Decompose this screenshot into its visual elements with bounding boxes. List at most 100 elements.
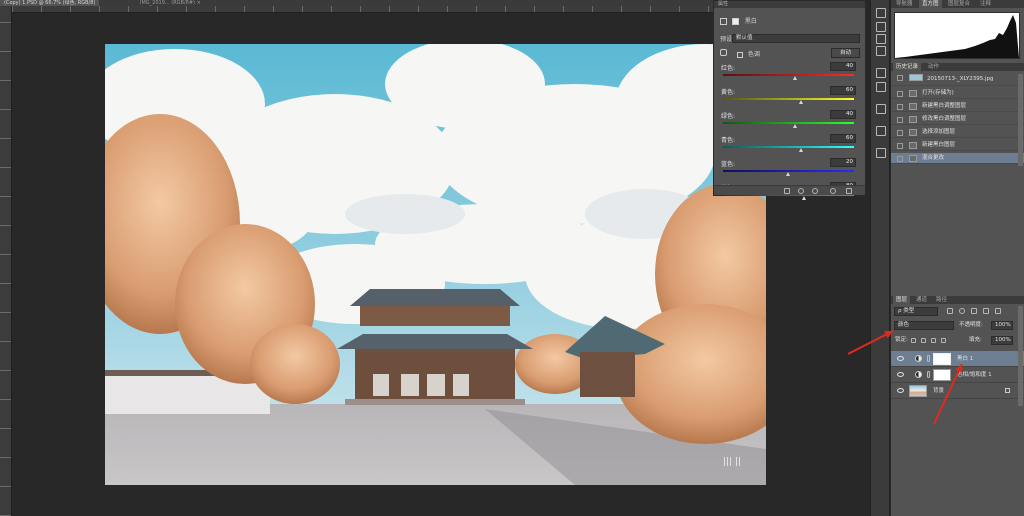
- layer-row-black-white[interactable]: 黑白 1: [891, 351, 1024, 367]
- filter-shape-icon[interactable]: [983, 308, 989, 314]
- channel-value-input[interactable]: 40: [830, 110, 856, 119]
- channel-slider-knob[interactable]: [786, 172, 790, 176]
- tab-actions[interactable]: 动作: [925, 63, 942, 71]
- character-icon[interactable]: [876, 68, 886, 78]
- history-step-icon: [909, 142, 917, 149]
- tab-channels[interactable]: 通道: [913, 296, 930, 304]
- history-step[interactable]: 混合更改: [891, 153, 1024, 164]
- channel-slider-track[interactable]: [723, 122, 854, 124]
- history-brush-icon[interactable]: [897, 156, 903, 162]
- filter-adjustment-icon[interactable]: [959, 308, 965, 314]
- channel-slider-track[interactable]: [723, 74, 854, 76]
- history-brush-icon[interactable]: [897, 117, 903, 123]
- history-step[interactable]: 新建黑白调整图层: [891, 101, 1024, 112]
- channel-slider-track[interactable]: [723, 98, 854, 100]
- history-brush-icon[interactable]: [897, 91, 903, 97]
- tint-checkbox[interactable]: [736, 51, 743, 58]
- history-step-label: 修改黑白调整图层: [922, 116, 967, 122]
- paragraph-icon[interactable]: [876, 82, 886, 92]
- history-step-icon: [909, 155, 917, 162]
- clip-to-layer-icon[interactable]: [784, 188, 790, 194]
- layer-row-background[interactable]: 背景: [891, 383, 1024, 399]
- clone-source-icon[interactable]: [876, 46, 886, 56]
- channel-slider-knob[interactable]: [799, 100, 804, 104]
- blend-mode-select[interactable]: 颜色: [894, 321, 954, 330]
- view-previous-icon[interactable]: [798, 188, 804, 194]
- lock-all-icon[interactable]: [941, 338, 946, 343]
- channel-label: 红色:: [721, 65, 736, 72]
- lock-transparent-icon[interactable]: [911, 338, 916, 343]
- channel-slider-knob[interactable]: [792, 76, 797, 80]
- filter-type-icon[interactable]: [971, 308, 977, 314]
- tab-layer-comps[interactable]: 图层复合: [945, 0, 973, 8]
- properties-panel-tab[interactable]: 属性: [714, 1, 865, 8]
- history-step-label: 新建黑白调整图层: [922, 103, 967, 109]
- properties-icon[interactable]: [876, 104, 886, 114]
- layer-filter-select[interactable]: ρ 类型: [894, 307, 938, 316]
- channel-slider-knob[interactable]: [801, 196, 806, 200]
- lock-pixels-icon[interactable]: [921, 338, 926, 343]
- channel-value-input[interactable]: 60: [830, 86, 856, 95]
- lock-row: 锁定: 填充: 100%: [891, 335, 1024, 346]
- tab-layers[interactable]: 图层: [893, 296, 911, 304]
- reset-icon[interactable]: [812, 188, 818, 194]
- layers-tab-bar: 图层 通道 路径: [891, 296, 1024, 304]
- adjustments-icon[interactable]: [876, 22, 886, 32]
- navigator-tab-bar: 导航器 直方图 图层复合 注释: [891, 0, 1024, 8]
- histogram-icon[interactable]: [876, 8, 886, 18]
- properties-title-row: 黑白: [720, 16, 757, 25]
- tab-histogram[interactable]: 直方图: [919, 0, 942, 8]
- visibility-eye-icon[interactable]: [897, 372, 904, 377]
- tab-history[interactable]: 历史记录: [893, 63, 922, 71]
- channel-slider-track[interactable]: [723, 146, 854, 148]
- lock-label: 锁定:: [895, 337, 908, 343]
- history-step-icon: [909, 116, 917, 123]
- channel-value-input[interactable]: 60: [830, 134, 856, 143]
- channel-slider-knob[interactable]: [792, 124, 797, 128]
- link-icon[interactable]: [927, 355, 930, 362]
- visibility-eye-icon[interactable]: [897, 388, 904, 393]
- hand-tool-icon[interactable]: [720, 49, 727, 56]
- 3d-icon[interactable]: [876, 126, 886, 136]
- preset-select[interactable]: 默认值: [732, 34, 860, 43]
- channel-slider-knob[interactable]: [799, 148, 804, 152]
- history-scrollbar[interactable]: [1018, 74, 1023, 166]
- channel-label: 黄色:: [721, 89, 736, 96]
- history-snapshot[interactable]: 20150713-_XLY2395.jpg: [891, 72, 1024, 86]
- history-step-label: 混合更改: [922, 155, 945, 161]
- layer-mask-thumbnail[interactable]: [933, 353, 951, 365]
- brush-icon[interactable]: [876, 34, 886, 44]
- lock-position-icon[interactable]: [931, 338, 936, 343]
- layer-mask-thumbnail[interactable]: [933, 369, 951, 381]
- history-step[interactable]: 打开(存储为): [891, 88, 1024, 99]
- visibility-icon[interactable]: [830, 188, 836, 194]
- history-brush-icon[interactable]: [897, 130, 903, 136]
- tab-notes[interactable]: 注释: [977, 0, 994, 8]
- history-brush-icon[interactable]: [897, 104, 903, 110]
- history-brush-icon[interactable]: [897, 143, 903, 149]
- filter-pixel-icon[interactable]: [947, 308, 953, 314]
- history-step[interactable]: 选择添加图层: [891, 127, 1024, 138]
- delete-icon[interactable]: [846, 188, 852, 194]
- fill-label: 填充:: [969, 337, 982, 343]
- link-icon[interactable]: [927, 371, 930, 378]
- channel-value-input[interactable]: 20: [830, 158, 856, 167]
- auto-button[interactable]: 自动: [831, 48, 860, 58]
- history-brush-icon[interactable]: [897, 75, 903, 81]
- layer-row-hue-saturation[interactable]: 色相/饱和度 1: [891, 367, 1024, 383]
- layers-scrollbar[interactable]: [1018, 306, 1023, 406]
- tool-preset-icon[interactable]: [876, 148, 886, 158]
- channel-label: 绿色:: [721, 113, 736, 120]
- fill-input[interactable]: 100%: [991, 336, 1013, 345]
- tab-navigator[interactable]: 导航器: [893, 0, 916, 8]
- history-step-label: 打开(存储为): [922, 90, 954, 96]
- history-step[interactable]: 修改黑白调整图层: [891, 114, 1024, 125]
- filter-smart-object-icon[interactable]: [995, 308, 1001, 314]
- visibility-eye-icon[interactable]: [897, 356, 904, 361]
- layers-filter-row: ρ 类型: [891, 306, 1024, 317]
- history-step[interactable]: 新建黑白图层: [891, 140, 1024, 151]
- channel-value-input[interactable]: 40: [830, 62, 856, 71]
- opacity-input[interactable]: 100%: [991, 321, 1013, 330]
- tab-paths[interactable]: 路径: [933, 296, 950, 304]
- document-image[interactable]: ||| ||: [105, 44, 766, 485]
